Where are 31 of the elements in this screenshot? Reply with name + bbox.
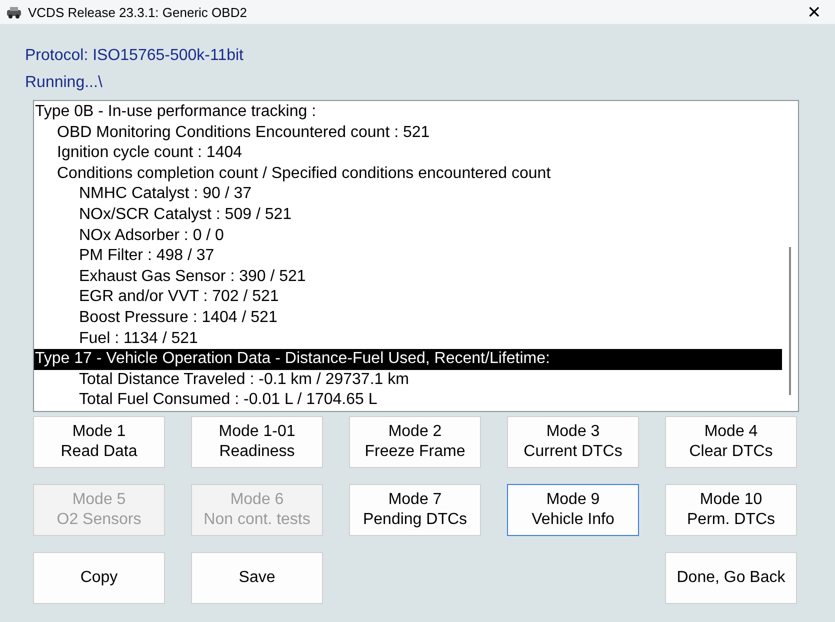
result-line[interactable]: Fuel : 1134 / 521: [34, 328, 782, 350]
status-label: Running...\: [25, 73, 104, 93]
result-line[interactable]: Total Distance Traveled : -0.1 km / 29737.1 km: [34, 370, 782, 390]
mode-button[interactable]: Mode 3 Current DTCs: [507, 416, 639, 468]
window-title: VCDS Release 23.3.1: Generic OBD2: [28, 4, 248, 20]
result-line[interactable]: Exhaust Gas Sensor : 390 / 521: [34, 266, 782, 288]
result-line[interactable]: NMHC Catalyst : 90 / 37: [34, 184, 782, 205]
result-line[interactable]: Conditions completion count / Specified conditions encountered count: [34, 164, 782, 184]
mode-button[interactable]: Mode 7 Pending DTCs: [349, 484, 481, 536]
protocol-label: Protocol: ISO15765-500k-11bit: [25, 46, 244, 66]
close-button[interactable]: ✕: [801, 2, 827, 22]
mode-button[interactable]: Mode 10 Perm. DTCs: [665, 484, 797, 536]
result-line[interactable]: NOx Adsorber : 0 / 0: [34, 226, 782, 246]
result-line[interactable]: EGR and/or VVT : 702 / 521: [34, 287, 782, 308]
mode-button[interactable]: Mode 9 Vehicle Info: [507, 484, 639, 536]
action-button[interactable]: Save: [191, 552, 323, 604]
result-line[interactable]: Type 0B - In-use performance tracking :: [34, 102, 782, 123]
result-line[interactable]: NOx/SCR Catalyst : 509 / 521: [34, 204, 782, 226]
action-button[interactable]: Copy: [33, 552, 165, 604]
result-line[interactable]: Boost Pressure : 1404 / 521: [34, 308, 782, 329]
app-icon: [6, 5, 22, 19]
mode-button[interactable]: Mode 4 Clear DTCs: [665, 416, 797, 468]
scrollbar-thumb[interactable]: [789, 247, 791, 395]
mode-button[interactable]: Mode 1 Read Data: [33, 416, 165, 468]
result-line[interactable]: Total Fuel Consumed : -0.01 L / 1704.65 L: [34, 390, 782, 411]
result-line[interactable]: PM Filter : 498 / 37: [34, 246, 782, 267]
mode-button[interactable]: Mode 2 Freeze Frame: [349, 416, 481, 468]
mode-button[interactable]: Mode 1-01 Readiness: [191, 416, 323, 468]
result-line[interactable]: OBD Monitoring Conditions Encountered count : 521: [34, 122, 782, 144]
result-line[interactable]: Ignition cycle count : 1404: [34, 143, 782, 164]
done-button[interactable]: Done, Go Back: [665, 552, 797, 604]
